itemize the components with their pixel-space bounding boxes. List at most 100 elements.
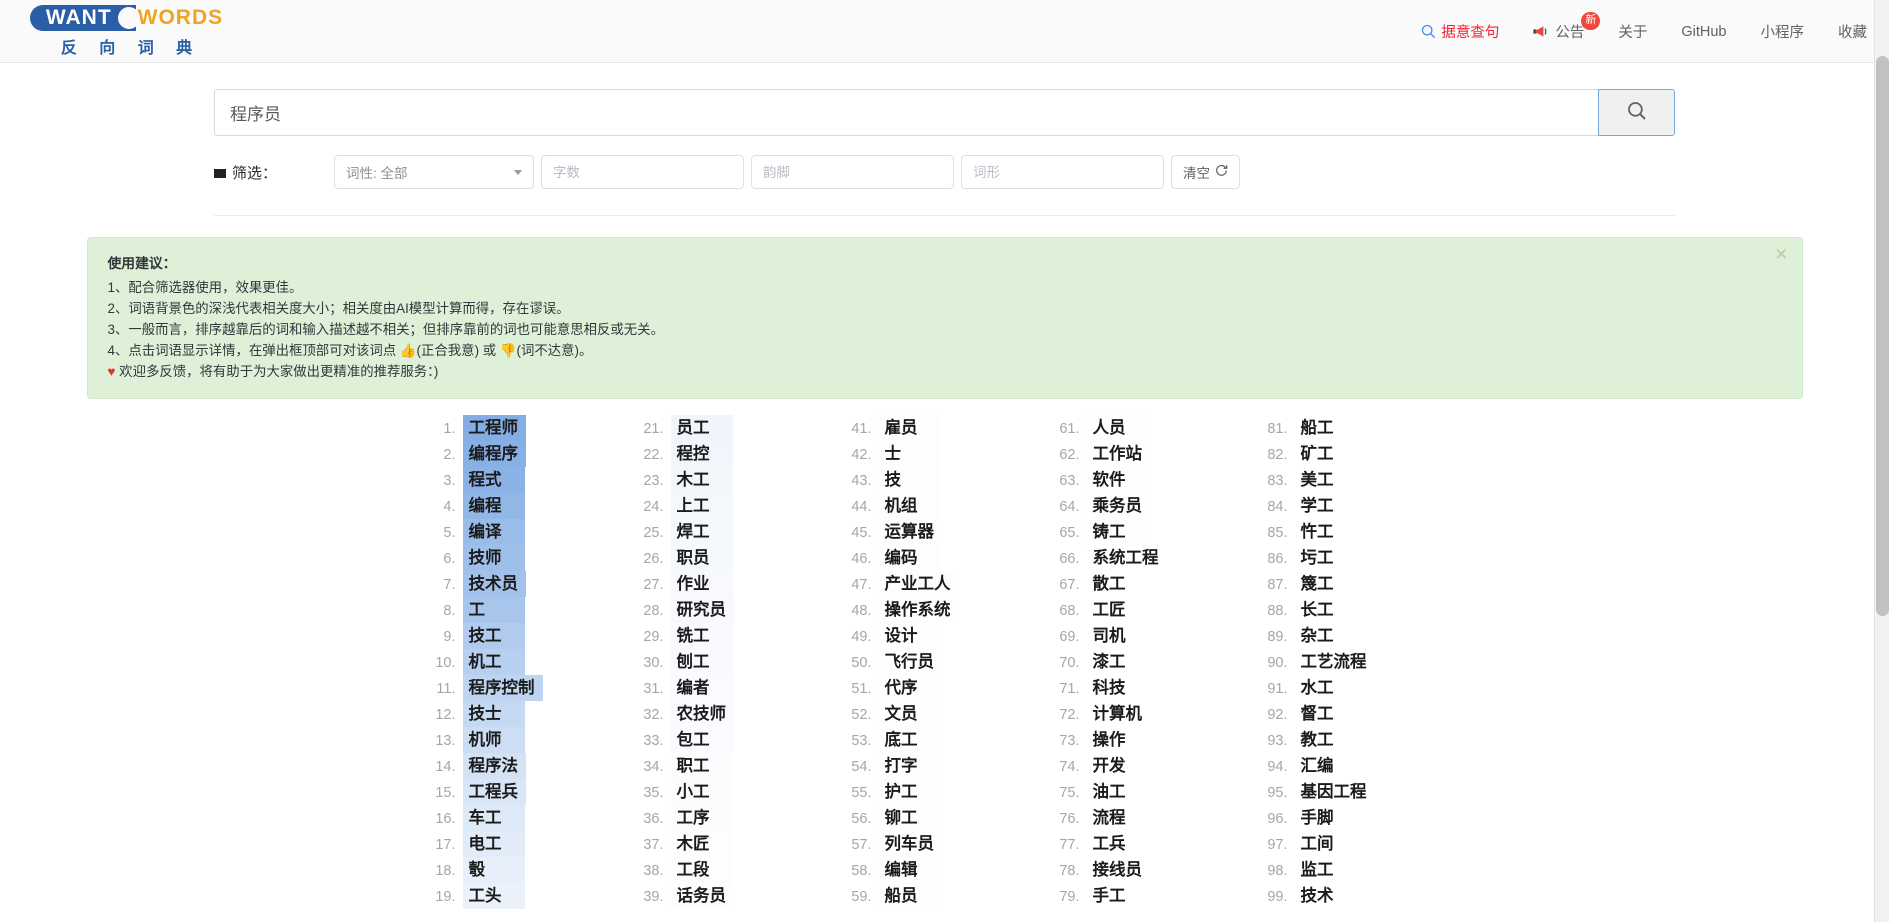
result-word[interactable]: 忤工 [1295,519,1357,545]
result-word[interactable]: 作业 [670,571,733,597]
result-word[interactable]: 运算器 [879,519,943,545]
result-word[interactable]: 技 [879,467,941,493]
result-word[interactable]: 话务员 [671,883,735,909]
result-word[interactable]: 操作 [1087,727,1149,753]
result-word[interactable]: 刨工 [670,649,733,675]
result-word[interactable]: 雇员 [879,415,941,441]
result-word[interactable]: 学工 [1295,493,1357,519]
nav-item-announcement[interactable]: 公告 新 [1533,12,1601,42]
result-word[interactable]: 职工 [671,753,733,779]
result-word[interactable]: 矿工 [1295,441,1357,467]
result-word[interactable]: 编程 [462,493,525,519]
result-word[interactable]: 设计 [879,623,941,649]
result-word[interactable]: 木工 [670,467,733,493]
pos-select[interactable]: 词性: 全部 [334,155,534,189]
result-word[interactable]: 编译 [462,519,525,545]
rhyme-input[interactable] [751,155,954,189]
result-word[interactable]: 教工 [1295,727,1357,753]
result-word[interactable]: 技师 [462,545,525,571]
result-word[interactable]: 工匠 [1087,597,1149,623]
result-word[interactable]: 小工 [671,779,733,805]
result-word[interactable]: 铣工 [670,623,733,649]
nav-item-about[interactable]: 关于 [1618,21,1647,42]
result-word[interactable]: 编者 [670,675,733,701]
result-word[interactable]: 技士 [462,701,525,727]
result-word[interactable]: 车工 [462,805,525,831]
result-word[interactable]: 技术 [1295,883,1357,909]
result-word[interactable]: 列车员 [879,831,943,857]
result-word[interactable]: 上工 [670,493,733,519]
result-word[interactable]: 铸工 [1087,519,1149,545]
result-word[interactable]: 机组 [879,493,941,519]
result-word[interactable]: 员工 [670,415,733,441]
result-word[interactable]: 杂工 [1295,623,1357,649]
result-word[interactable]: 编辑 [879,857,941,883]
result-word[interactable]: 技工 [462,623,525,649]
result-word[interactable]: 机师 [462,727,525,753]
result-word[interactable]: 汇编 [1295,753,1357,779]
result-word[interactable]: 工段 [671,857,733,883]
result-word[interactable]: 铆工 [879,805,941,831]
result-word[interactable]: 技术员 [462,571,526,597]
result-word[interactable]: 船员 [879,883,941,909]
result-word[interactable]: 士 [879,441,941,467]
result-word[interactable]: 手工 [1087,883,1149,909]
result-word[interactable]: 程控 [670,441,733,467]
result-word[interactable]: 农技师 [670,701,734,727]
word-shape-input[interactable] [961,155,1164,189]
result-word[interactable]: 程序法 [462,753,526,779]
result-word[interactable]: 操作系统 [879,597,959,623]
result-word[interactable]: 工间 [1295,831,1357,857]
result-word[interactable]: 电工 [462,831,525,857]
result-word[interactable]: 系统工程 [1087,545,1167,571]
result-word[interactable]: 流程 [1087,805,1149,831]
result-word[interactable]: 工艺流程 [1295,649,1375,675]
result-word[interactable]: 产业工人 [879,571,959,597]
result-word[interactable]: 机工 [462,649,525,675]
result-word[interactable]: 船工 [1295,415,1357,441]
result-word[interactable]: 程序控制 [462,675,543,701]
result-word[interactable]: 编程序 [462,441,526,467]
result-word[interactable]: 底工 [879,727,941,753]
result-word[interactable]: 漆工 [1087,649,1149,675]
result-word[interactable]: 飞行员 [879,649,943,675]
nav-item-favorites[interactable]: 收藏 [1838,21,1867,42]
page-scrollbar[interactable] [1874,0,1889,922]
result-word[interactable]: 手脚 [1295,805,1357,831]
result-word[interactable]: 工程师 [462,415,526,441]
result-word[interactable]: 乘务员 [1087,493,1151,519]
result-word[interactable]: 焊工 [670,519,733,545]
result-word[interactable]: 工 [462,597,525,623]
result-word[interactable]: 基因工程 [1295,779,1375,805]
result-word[interactable]: 科技 [1087,675,1149,701]
result-word[interactable]: 软件 [1087,467,1149,493]
result-word[interactable]: 包工 [670,727,733,753]
result-word[interactable]: 司机 [1087,623,1149,649]
result-word[interactable]: 圬工 [1295,545,1357,571]
result-word[interactable]: 水工 [1295,675,1357,701]
result-word[interactable]: 工兵 [1087,831,1149,857]
search-input[interactable] [214,89,1598,136]
result-word[interactable]: 编码 [879,545,941,571]
close-icon[interactable]: ✕ [1774,246,1788,263]
result-word[interactable]: 篾工 [1295,571,1357,597]
result-word[interactable]: 工作站 [1087,441,1151,467]
result-word[interactable]: 工序 [671,805,733,831]
result-word[interactable]: 文员 [879,701,941,727]
nav-item-sentence-search[interactable]: 据意查句 [1421,21,1499,42]
result-word[interactable]: 散工 [1087,571,1149,597]
result-word[interactable]: 接线员 [1087,857,1151,883]
result-word[interactable]: 木匠 [671,831,733,857]
result-word[interactable]: 监工 [1295,857,1357,883]
result-word[interactable]: 彀 [462,857,525,883]
result-word[interactable]: 督工 [1295,701,1357,727]
result-word[interactable]: 职员 [670,545,733,571]
result-word[interactable]: 美工 [1295,467,1357,493]
result-word[interactable]: 护工 [879,779,941,805]
word-length-input[interactable] [541,155,744,189]
nav-item-miniprogram[interactable]: 小程序 [1761,21,1805,42]
result-word[interactable]: 工头 [462,883,525,909]
logo[interactable]: WANT WORDS 反 向 词 典 [24,4,229,58]
result-word[interactable]: 油工 [1087,779,1149,805]
scrollbar-thumb[interactable] [1876,56,1889,616]
